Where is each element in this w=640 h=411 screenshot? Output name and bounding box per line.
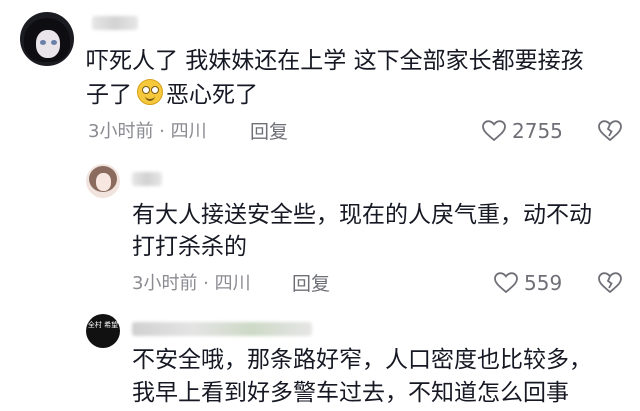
comment-text-segment: 子了 bbox=[86, 82, 132, 108]
comment-text-segment: 恶心死了 bbox=[166, 82, 258, 108]
reply-button[interactable]: 回复 bbox=[250, 120, 288, 144]
reply-timestamp-location: 3小时前 · 四川 bbox=[132, 273, 251, 294]
reply-text-line: 打打杀杀的 bbox=[132, 234, 247, 260]
reply-text-line: 有大人接送安全些，现在的人戾气重，动不动 bbox=[132, 202, 592, 228]
comment-timestamp-location: 3小时前 · 四川 bbox=[88, 121, 207, 142]
reply-text-line: 我早上看到好多警车过去，不知道怎么回事 bbox=[132, 380, 569, 406]
reply-avatar[interactable]: 全村 希望 bbox=[86, 314, 120, 348]
reply-button[interactable]: 回复 bbox=[292, 272, 330, 296]
comment-text-line: 吓死人了 我妹妹还在上学 这下全部家长都要接孩 bbox=[86, 48, 584, 74]
like-count: 2755 bbox=[512, 119, 563, 143]
replier-name-blurred[interactable] bbox=[132, 172, 162, 186]
commenter-avatar[interactable] bbox=[20, 12, 74, 66]
reply-avatar[interactable] bbox=[86, 164, 120, 198]
avatar-logo-text: 全村 希望 bbox=[87, 321, 119, 329]
replier-name-blurred[interactable] bbox=[132, 322, 312, 336]
like-button[interactable]: 2755 bbox=[482, 118, 563, 144]
heart-outline-icon bbox=[494, 272, 518, 294]
dislike-button[interactable] bbox=[598, 272, 622, 298]
broken-heart-icon bbox=[598, 120, 622, 142]
like-button[interactable]: 559 bbox=[494, 270, 562, 296]
commenter-name-blurred[interactable] bbox=[92, 16, 138, 30]
dislike-button[interactable] bbox=[598, 120, 622, 146]
shy-smile-emoji-icon bbox=[137, 79, 163, 105]
comment-text-line: 子了 恶心死了 bbox=[86, 78, 258, 113]
broken-heart-icon bbox=[598, 272, 622, 294]
reply-text-line: 不安全哦，那条路好窄，人口密度也比较多， bbox=[132, 347, 592, 373]
like-count: 559 bbox=[524, 271, 563, 295]
heart-outline-icon bbox=[482, 120, 506, 142]
